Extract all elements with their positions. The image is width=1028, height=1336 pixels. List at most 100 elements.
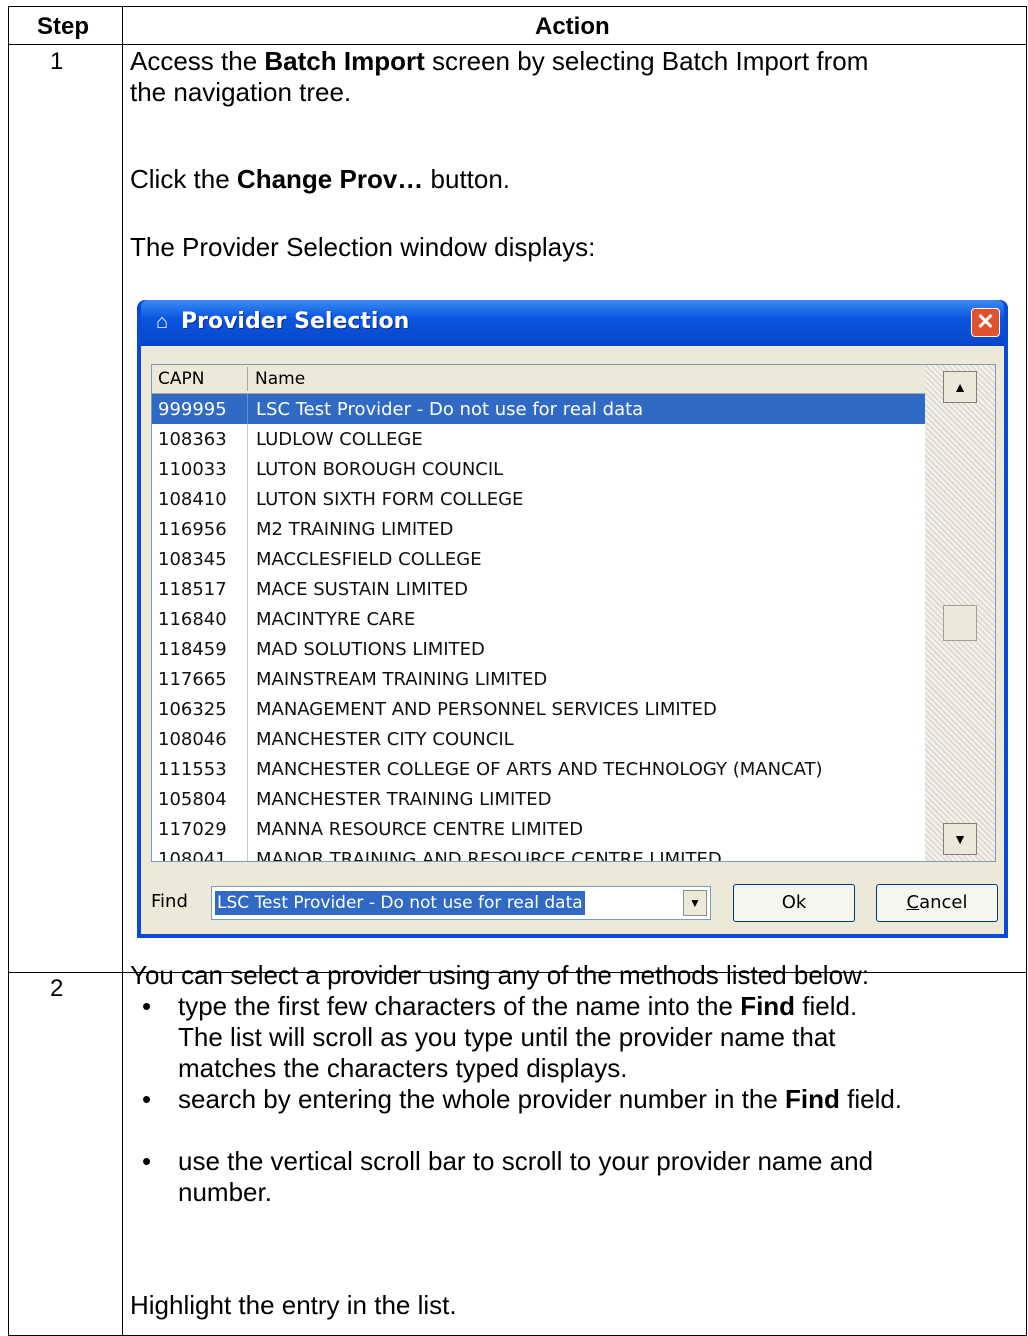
list-item[interactable]: 999995 LSC Test Provider - Do not use for… bbox=[152, 394, 927, 424]
step2-highlight-text: Highlight the entry in the list. bbox=[130, 1290, 457, 1320]
list-column-headers: CAPN Name bbox=[152, 365, 927, 394]
text: type the first few characters of the nam… bbox=[178, 991, 741, 1021]
find-emphasis: Find bbox=[785, 1084, 840, 1114]
row-separator bbox=[247, 724, 248, 754]
list-item[interactable]: 118459 MAD SOLUTIONS LIMITED bbox=[152, 634, 927, 664]
provider-capn: 110033 bbox=[158, 459, 227, 480]
text: field. bbox=[839, 1084, 903, 1114]
cancel-button[interactable]: Cancel bbox=[876, 884, 998, 922]
selection-methods-list: type the first few characters of the nam… bbox=[130, 991, 1010, 1208]
list-item[interactable]: 118517 MACE SUSTAIN LIMITED bbox=[152, 574, 927, 604]
step-number-1: 1 bbox=[50, 48, 64, 75]
provider-capn: 116956 bbox=[158, 519, 227, 540]
provider-name: LUTON BOROUGH COUNCIL bbox=[256, 459, 504, 480]
row-separator bbox=[247, 424, 248, 454]
close-icon[interactable]: ✕ bbox=[971, 308, 1000, 337]
step1-line2: the navigation tree. bbox=[130, 77, 352, 107]
list-item[interactable]: 108041 MANOR TRAINING AND RESOURCE CENTRE… bbox=[152, 844, 927, 862]
header-divider bbox=[9, 44, 1026, 45]
provider-name: MANAGEMENT AND PERSONNEL SERVICES LIMITE… bbox=[256, 699, 717, 720]
provider-capn: 116840 bbox=[158, 609, 227, 630]
provider-capn: 106325 bbox=[158, 699, 227, 720]
scroll-thumb[interactable] bbox=[943, 605, 977, 641]
method-find-by-number: search by entering the whole provider nu… bbox=[130, 1084, 1010, 1115]
provider-name: MANCHESTER TRAINING LIMITED bbox=[256, 789, 552, 810]
provider-name: MANCHESTER COLLEGE OF ARTS AND TECHNOLOG… bbox=[256, 759, 823, 780]
dropdown-arrow-icon[interactable]: ▼ bbox=[683, 890, 707, 916]
text: Click the bbox=[130, 164, 237, 194]
step1-displays-text: The Provider Selection window displays: bbox=[130, 232, 596, 262]
provider-capn: 108410 bbox=[158, 489, 227, 510]
row-separator bbox=[247, 784, 248, 814]
column-separator bbox=[247, 367, 248, 391]
list-item[interactable]: 116956 M2 TRAINING LIMITED bbox=[152, 514, 927, 544]
provider-list[interactable]: CAPN Name 999995 LSC Test Provider - Do n… bbox=[151, 364, 996, 862]
provider-name: MACINTYRE CARE bbox=[256, 609, 416, 630]
ok-button[interactable]: Ok bbox=[733, 884, 855, 922]
find-combobox[interactable]: LSC Test Provider - Do not use for real … bbox=[211, 886, 711, 920]
row-separator bbox=[247, 634, 248, 664]
provider-capn: 111553 bbox=[158, 759, 227, 780]
scroll-up-arrow-icon[interactable]: ▲ bbox=[943, 371, 977, 403]
text: screen by selecting Batch Import from bbox=[424, 46, 869, 76]
provider-name: MANCHESTER CITY COUNCIL bbox=[256, 729, 514, 750]
text: Access the bbox=[130, 46, 265, 76]
row-separator bbox=[247, 844, 248, 861]
vertical-scrollbar[interactable]: ▲ ▼ bbox=[925, 365, 995, 861]
provider-name: MACE SUSTAIN LIMITED bbox=[256, 579, 469, 600]
provider-capn: 105804 bbox=[158, 789, 227, 810]
list-item[interactable]: 108410 LUTON SIXTH FORM COLLEGE bbox=[152, 484, 927, 514]
list-item[interactable]: 108345 MACCLESFIELD COLLEGE bbox=[152, 544, 927, 574]
provider-name: MAINSTREAM TRAINING LIMITED bbox=[256, 669, 548, 690]
list-item[interactable]: 108046 MANCHESTER CITY COUNCIL bbox=[152, 724, 927, 754]
dialog-title: Provider Selection bbox=[181, 309, 410, 334]
provider-name: MANNA RESOURCE CENTRE LIMITED bbox=[256, 819, 584, 840]
row-separator bbox=[247, 694, 248, 724]
provider-capn: 108363 bbox=[158, 429, 227, 450]
provider-capn: 108345 bbox=[158, 549, 227, 570]
list-item[interactable]: 105804 MANCHESTER TRAINING LIMITED bbox=[152, 784, 927, 814]
provider-name: LSC Test Provider - Do not use for real … bbox=[256, 399, 644, 420]
provider-capn: 108046 bbox=[158, 729, 227, 750]
list-item[interactable]: 117029 MANNA RESOURCE CENTRE LIMITED bbox=[152, 814, 927, 844]
list-item[interactable]: 111553 MANCHESTER COLLEGE OF ARTS AND TEC… bbox=[152, 754, 927, 784]
text: use the vertical scroll bar to scroll to… bbox=[178, 1146, 874, 1176]
action-column-header: Action bbox=[535, 13, 610, 40]
text: matches the characters typed displays. bbox=[178, 1053, 628, 1083]
row-separator bbox=[247, 604, 248, 634]
batch-import-emphasis: Batch Import bbox=[264, 46, 425, 76]
dialog-titlebar[interactable]: ⌂ Provider Selection ✕ bbox=[141, 300, 1004, 346]
column-divider bbox=[122, 7, 123, 1335]
row-separator bbox=[247, 394, 248, 424]
find-input-value[interactable]: LSC Test Provider - Do not use for real … bbox=[215, 891, 585, 915]
list-item[interactable]: 108363 LUDLOW COLLEGE bbox=[152, 424, 927, 454]
provider-capn: 118517 bbox=[158, 579, 227, 600]
row-separator bbox=[247, 484, 248, 514]
text: field. bbox=[795, 991, 858, 1021]
list-item[interactable]: 106325 MANAGEMENT AND PERSONNEL SERVICES … bbox=[152, 694, 927, 724]
row-separator bbox=[247, 664, 248, 694]
row-separator bbox=[247, 454, 248, 484]
list-item[interactable]: 116840 MACINTYRE CARE bbox=[152, 604, 927, 634]
provider-name: LUDLOW COLLEGE bbox=[256, 429, 423, 450]
scroll-down-arrow-icon[interactable]: ▼ bbox=[943, 823, 977, 855]
capn-column-header[interactable]: CAPN bbox=[158, 369, 204, 389]
step1-line1: Access the Batch Import screen by select… bbox=[130, 46, 868, 77]
text: The list will scroll as you type until t… bbox=[178, 1022, 836, 1052]
provider-capn: 999995 bbox=[158, 399, 227, 420]
list-item[interactable]: 117665 MAINSTREAM TRAINING LIMITED bbox=[152, 664, 927, 694]
change-prov-emphasis: Change Prov… bbox=[236, 164, 424, 194]
provider-rows: 999995 LSC Test Provider - Do not use for… bbox=[152, 394, 927, 862]
provider-capn: 108041 bbox=[158, 849, 227, 862]
step-number-2: 2 bbox=[50, 975, 64, 1002]
row-separator bbox=[247, 814, 248, 844]
method-find-by-name: type the first few characters of the nam… bbox=[130, 991, 1010, 1084]
row-separator bbox=[247, 574, 248, 604]
name-column-header[interactable]: Name bbox=[255, 369, 305, 389]
text: search by entering the whole provider nu… bbox=[178, 1084, 786, 1114]
provider-capn: 117665 bbox=[158, 669, 227, 690]
home-icon: ⌂ bbox=[155, 311, 169, 333]
list-item[interactable]: 110033 LUTON BOROUGH COUNCIL bbox=[152, 454, 927, 484]
method-scroll-bar: use the vertical scroll bar to scroll to… bbox=[130, 1146, 1010, 1208]
row-separator bbox=[247, 514, 248, 544]
